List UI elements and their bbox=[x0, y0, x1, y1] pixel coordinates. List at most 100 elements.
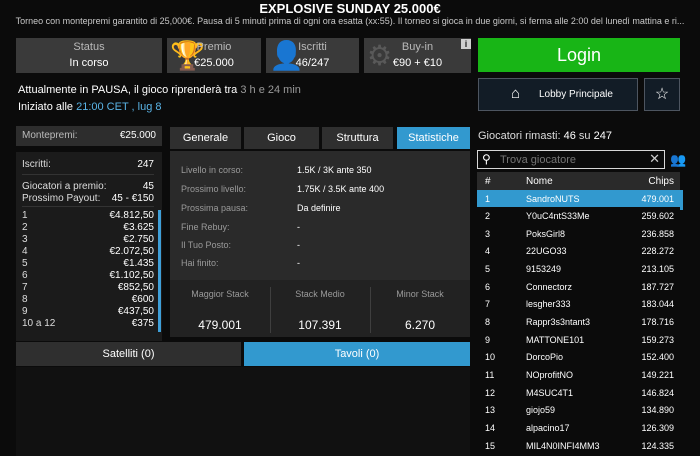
main-lobby-button[interactable]: ⌂ Lobby Principale bbox=[478, 78, 638, 111]
payout-row: 5 €1.435 bbox=[22, 258, 154, 270]
player-rank: 5 bbox=[485, 264, 491, 274]
people-icon[interactable]: 👥 bbox=[670, 152, 686, 168]
payout-position: 7 bbox=[22, 282, 28, 293]
status-box: Status In corso bbox=[16, 38, 162, 73]
table-row[interactable]: 10 DorcoPio 152.400 bbox=[477, 348, 680, 365]
smallest-stack-label: Minor Stack bbox=[396, 289, 444, 299]
tab-tavoli[interactable]: Tavoli (0) bbox=[244, 342, 470, 366]
payout-amount: €3.625 bbox=[123, 222, 154, 233]
table-row[interactable]: 7 lesgher333 183.044 bbox=[477, 295, 680, 312]
info-icon[interactable]: i bbox=[461, 39, 471, 49]
table-row[interactable]: 9 MATTONE101 159.273 bbox=[477, 331, 680, 348]
average-stack-value: 107.391 bbox=[298, 318, 342, 332]
largest-stack-value: 479.001 bbox=[198, 318, 242, 332]
player-name: SandroNUTS bbox=[526, 194, 580, 204]
column-name[interactable]: Nome bbox=[526, 176, 553, 187]
clear-search-icon[interactable]: ✕ bbox=[649, 151, 660, 167]
player-name: alpacino17 bbox=[526, 423, 570, 433]
entrants-box: 👤 Iscritti 46/247 bbox=[266, 38, 359, 73]
table-row[interactable]: 5 9153249 213.105 bbox=[477, 260, 680, 277]
prize-box: 🏆 Premio €25.000 bbox=[167, 38, 261, 73]
entrants-label: Iscritti bbox=[298, 41, 327, 53]
tab-struttura[interactable]: Struttura bbox=[322, 127, 393, 149]
player-chips: 159.273 bbox=[641, 335, 674, 345]
player-rank: 4 bbox=[485, 246, 491, 256]
player-chips: 187.727 bbox=[641, 282, 674, 292]
payout-list[interactable]: Iscritti: 247 Giocatori a premio: 45 Pro… bbox=[16, 152, 162, 341]
players-table[interactable]: 1 SandroNUTS 479.001 2 Y0uC4ntS33Me 259.602 … bbox=[477, 190, 680, 456]
player-rank: 15 bbox=[485, 441, 496, 451]
player-name: Connectorz bbox=[526, 282, 573, 292]
buyin-label: Buy-in bbox=[401, 41, 434, 53]
favorite-star-button[interactable]: ☆ bbox=[644, 78, 680, 111]
entrants-row-label: Iscritti: bbox=[22, 159, 51, 170]
payout-row: 1 €4.812,50 bbox=[22, 210, 154, 222]
payout-amount: €2.072,50 bbox=[109, 246, 155, 257]
players-table-header: # Nome Chips bbox=[477, 172, 680, 190]
start-text: Iniziato alle bbox=[18, 101, 77, 113]
payout-row: 8 €600 bbox=[22, 294, 154, 306]
player-name: 9153249 bbox=[526, 264, 562, 274]
player-chips: 228.272 bbox=[641, 246, 674, 256]
pause-text: Attualmente in PAUSA, il gioco riprender… bbox=[18, 84, 241, 96]
player-rank: 13 bbox=[485, 405, 496, 415]
payout-scrollbar[interactable] bbox=[158, 210, 161, 332]
payout-amount: €4.812,50 bbox=[109, 210, 155, 221]
player-search-box[interactable]: ⚲ ✕ bbox=[477, 150, 665, 169]
player-name: DorcoPio bbox=[526, 352, 564, 362]
prize-value: €25.000 bbox=[194, 57, 234, 69]
player-name: PoksGirl8 bbox=[526, 229, 566, 239]
table-row[interactable]: 12 M4SUC4T1 146.824 bbox=[477, 384, 680, 401]
average-stack-label: Stack Medio bbox=[295, 289, 345, 299]
player-chips: 213.105 bbox=[641, 264, 674, 274]
payout-position: 10 a 12 bbox=[22, 318, 56, 329]
column-rank[interactable]: # bbox=[485, 176, 491, 187]
table-row[interactable]: 3 PoksGirl8 236.858 bbox=[477, 225, 680, 242]
paid-players-label: Giocatori a premio: bbox=[22, 181, 107, 192]
buyin-value: €90 + €10 bbox=[392, 57, 443, 69]
payout-position: 3 bbox=[22, 234, 28, 245]
player-name: lesgher333 bbox=[526, 299, 571, 309]
tournament-title: EXPLOSIVE SUNDAY 25.000€ bbox=[259, 1, 441, 16]
buyin-box: ⚙ Buy-in €90 + €10 bbox=[364, 38, 471, 73]
table-row[interactable]: 8 Rappr3s3ntant3 178.716 bbox=[477, 313, 680, 330]
tab-satelliti[interactable]: Satelliti (0) bbox=[16, 342, 241, 366]
payout-position: 9 bbox=[22, 306, 28, 317]
tab-gioco[interactable]: Gioco bbox=[244, 127, 319, 149]
table-row[interactable]: 11 NOprofitNO 149.221 bbox=[477, 366, 680, 383]
table-row[interactable]: 14 alpacino17 126.309 bbox=[477, 419, 680, 436]
table-row[interactable]: 15 MIL4N0INFI4MM3 124.335 bbox=[477, 437, 680, 454]
players-remaining-label: Giocatori rimasti: bbox=[478, 130, 561, 142]
player-chips: 259.602 bbox=[641, 211, 674, 221]
player-chips: 126.309 bbox=[641, 423, 674, 433]
table-row[interactable]: 4 22UGO33 228.272 bbox=[477, 242, 680, 259]
stat-label: Fine Rebuy: bbox=[181, 222, 230, 232]
login-button[interactable]: Login bbox=[478, 38, 680, 72]
table-row[interactable]: 6 Connectorz 187.727 bbox=[477, 278, 680, 295]
player-name: MATTONE101 bbox=[526, 335, 585, 345]
tables-content-area bbox=[16, 367, 470, 456]
players-scrollbar[interactable] bbox=[680, 190, 683, 210]
player-rank: 3 bbox=[485, 229, 491, 239]
table-row[interactable]: 13 giojo59 134.890 bbox=[477, 401, 680, 418]
player-chips: 152.400 bbox=[641, 352, 674, 362]
table-row[interactable]: 2 Y0uC4ntS33Me 259.602 bbox=[477, 207, 680, 224]
player-chips: 178.716 bbox=[641, 317, 674, 327]
stat-label: Prossimo livello: bbox=[181, 184, 247, 194]
player-name: MIL4N0INFI4MM3 bbox=[526, 441, 600, 451]
player-rank: 10 bbox=[485, 352, 496, 362]
payout-row: 3 €2.750 bbox=[22, 234, 154, 246]
column-chips[interactable]: Chips bbox=[648, 176, 674, 187]
tab-generale[interactable]: Generale bbox=[170, 127, 241, 149]
table-row[interactable]: 1 SandroNUTS 479.001 bbox=[477, 190, 680, 207]
payout-row: 4 €2.072,50 bbox=[22, 246, 154, 258]
player-rank: 12 bbox=[485, 388, 496, 398]
payout-position: 4 bbox=[22, 246, 28, 257]
player-name: 22UGO33 bbox=[526, 246, 567, 256]
stat-value: Da definire bbox=[297, 203, 341, 213]
player-name: Y0uC4ntS33Me bbox=[526, 211, 590, 221]
player-chips: 134.890 bbox=[641, 405, 674, 415]
tab-statistiche[interactable]: Statistiche bbox=[397, 127, 470, 149]
player-rank: 6 bbox=[485, 282, 491, 292]
player-search-input[interactable] bbox=[500, 152, 640, 167]
